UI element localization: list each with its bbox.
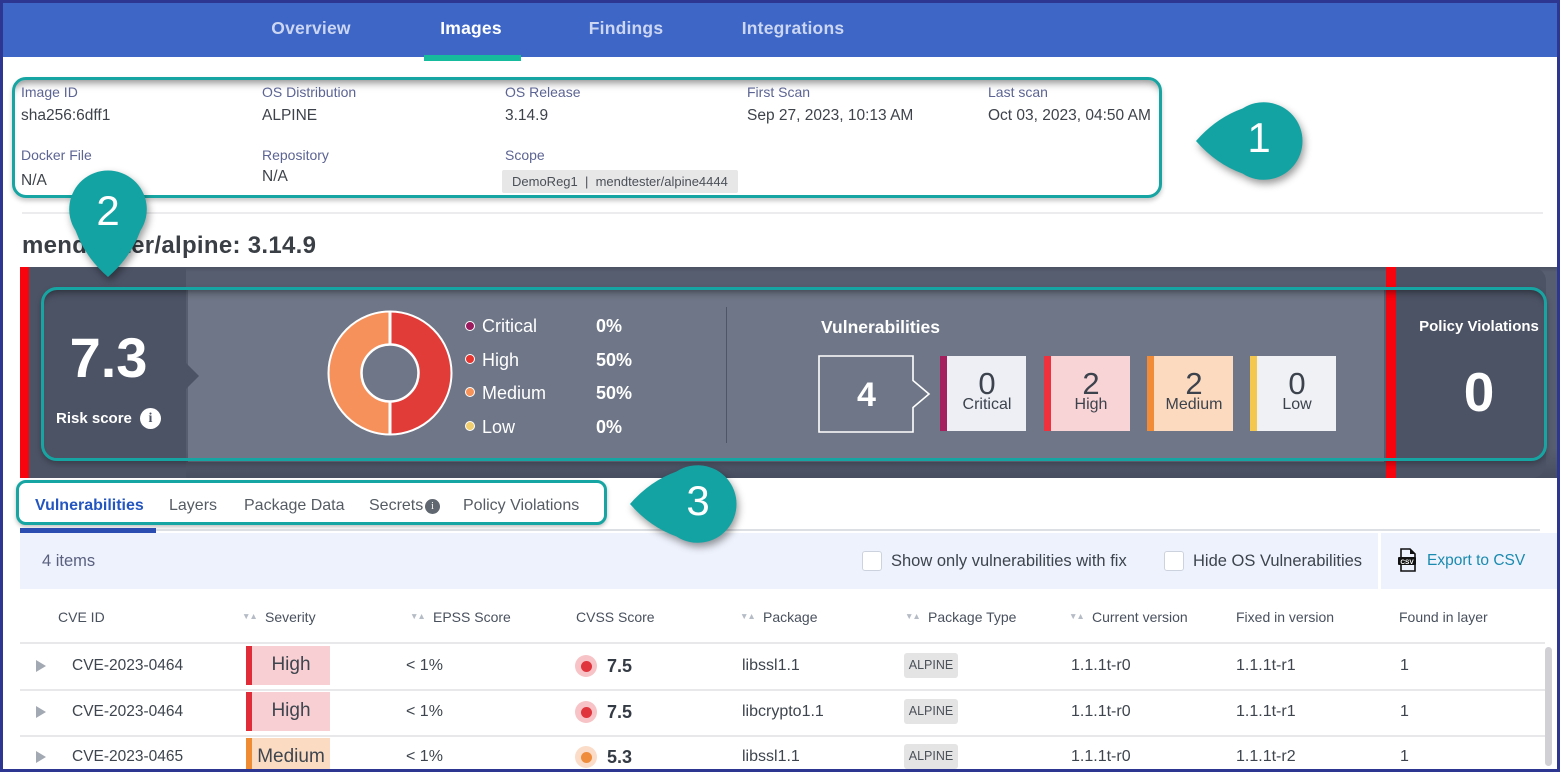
svg-text:CSV: CSV [1400,559,1414,566]
